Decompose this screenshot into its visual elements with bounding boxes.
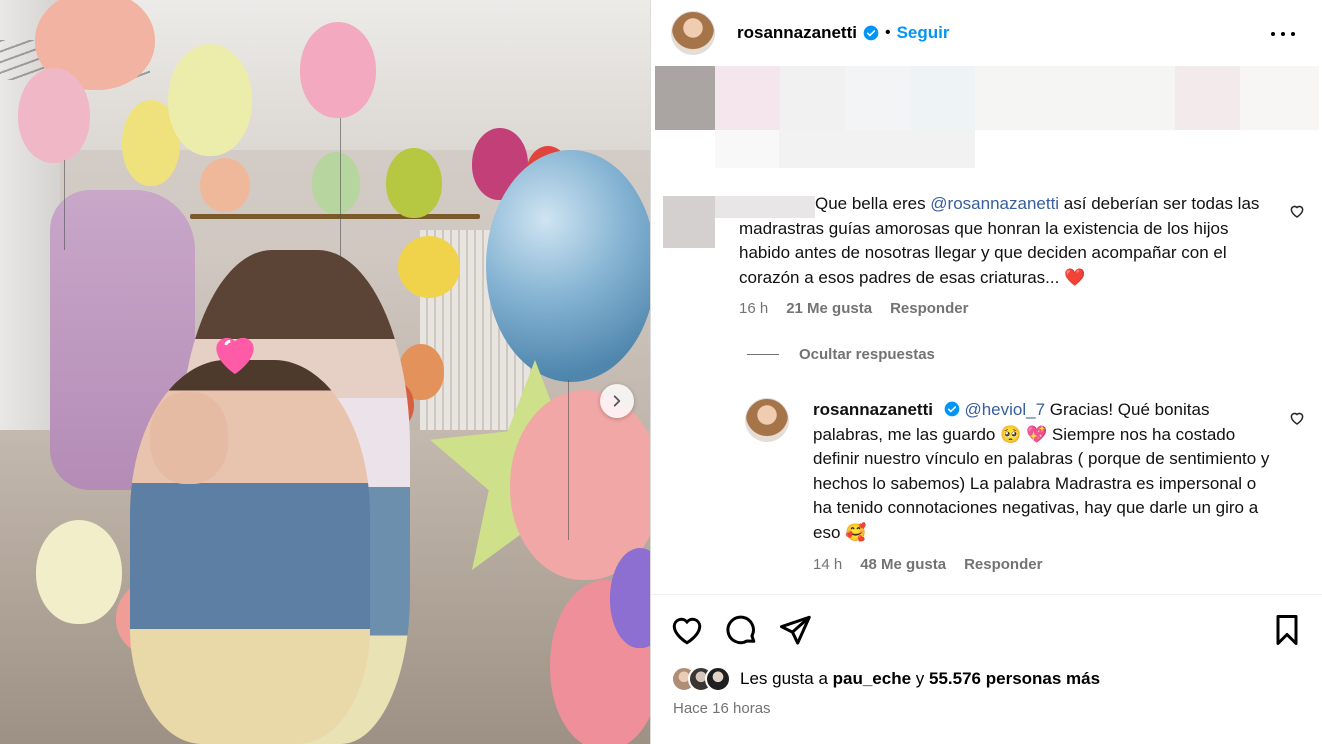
next-photo-button[interactable] <box>600 384 634 418</box>
balloon-honeycomb <box>398 236 460 298</box>
chevron-right-icon <box>613 395 621 407</box>
reply-like-heart-icon[interactable] <box>1288 409 1306 427</box>
comment-meta: 16 h 21 Me gusta Responder <box>739 300 968 317</box>
comment-icon[interactable] <box>723 612 759 648</box>
balloon-cream <box>168 44 252 156</box>
photo-lamp-rail <box>190 214 480 219</box>
comment-mention[interactable]: @rosannazanetti <box>930 194 1059 213</box>
comment-reply-button[interactable]: Responder <box>890 300 968 317</box>
hide-replies-line <box>747 354 779 355</box>
pixelated-caption <box>655 66 1319 130</box>
pixelated-commenter-avatar <box>663 196 715 248</box>
post-side-panel: rosannazanetti • Seguir Que bella eres @… <box>650 0 1322 744</box>
bookmark-icon[interactable] <box>1269 612 1305 648</box>
likes-count[interactable]: 55.576 personas más <box>929 669 1100 688</box>
reply-text: rosannazanetti @heviol_7 Gracias! Qué bo… <box>813 398 1273 545</box>
likes-middle: y <box>911 669 930 688</box>
balloon-string <box>568 380 569 540</box>
balloon-pink <box>18 68 90 163</box>
likes-prefix: Les gusta a <box>740 669 833 688</box>
likes-user[interactable]: pau_eche <box>833 669 911 688</box>
balloon-cream-bottom <box>36 520 122 624</box>
balloon-blue-orb <box>486 150 650 382</box>
post-time-ago[interactable]: Hace 16 horas <box>673 700 771 717</box>
actions-divider <box>651 594 1322 595</box>
reply-likes[interactable]: 48 Me gusta <box>860 556 946 573</box>
balloon-peach-orange <box>200 158 250 212</box>
balloon-string <box>64 160 65 250</box>
share-icon[interactable] <box>777 612 813 648</box>
post-header: rosannazanetti • Seguir <box>651 0 1322 66</box>
heart-icon[interactable] <box>669 612 705 648</box>
comment-text: Que bella eres @rosannazanetti así deber… <box>739 192 1279 290</box>
more-options-icon[interactable] <box>1271 22 1295 46</box>
reply-author-avatar[interactable] <box>745 398 789 442</box>
balloon-green <box>312 152 360 214</box>
balloon-olive <box>386 148 442 218</box>
verified-badge-icon <box>944 401 960 417</box>
liker-avatar <box>705 666 731 692</box>
reply-time: 14 h <box>813 556 843 573</box>
reply-author-username[interactable]: rosannazanetti <box>813 400 933 419</box>
hide-replies-label: Ocultar respuestas <box>799 346 935 363</box>
separator-dot: • <box>884 24 891 41</box>
post-photo[interactable] <box>0 0 650 744</box>
verified-badge-icon <box>863 25 879 41</box>
reply-meta: 14 h 48 Me gusta Responder <box>813 556 1042 573</box>
balloon-pink-2 <box>300 22 376 118</box>
comment-likes[interactable]: 21 Me gusta <box>786 300 872 317</box>
comment-like-heart-icon[interactable] <box>1288 202 1306 220</box>
likes-text: Les gusta a pau_eche y 55.576 personas m… <box>740 669 1100 689</box>
follow-button[interactable]: Seguir <box>897 23 950 43</box>
author-username[interactable]: rosannazanetti <box>737 23 857 43</box>
hide-replies-button[interactable]: Ocultar respuestas <box>747 346 935 363</box>
author-avatar[interactable] <box>671 11 715 55</box>
likes-summary: Les gusta a pau_eche y 55.576 personas m… <box>671 666 1100 692</box>
comment-body-start: Que bella eres <box>815 194 931 213</box>
reply-reply-button[interactable]: Responder <box>964 556 1042 573</box>
person-face <box>150 392 228 484</box>
post-actions <box>651 608 1322 652</box>
reply-body: Gracias! Qué bonitas palabras, me las gu… <box>813 400 1270 542</box>
pixelated-caption <box>715 130 975 168</box>
heart-sticker-icon <box>216 337 254 374</box>
comment-time: 16 h <box>739 300 769 317</box>
reply-mention[interactable]: @heviol_7 <box>964 400 1045 419</box>
